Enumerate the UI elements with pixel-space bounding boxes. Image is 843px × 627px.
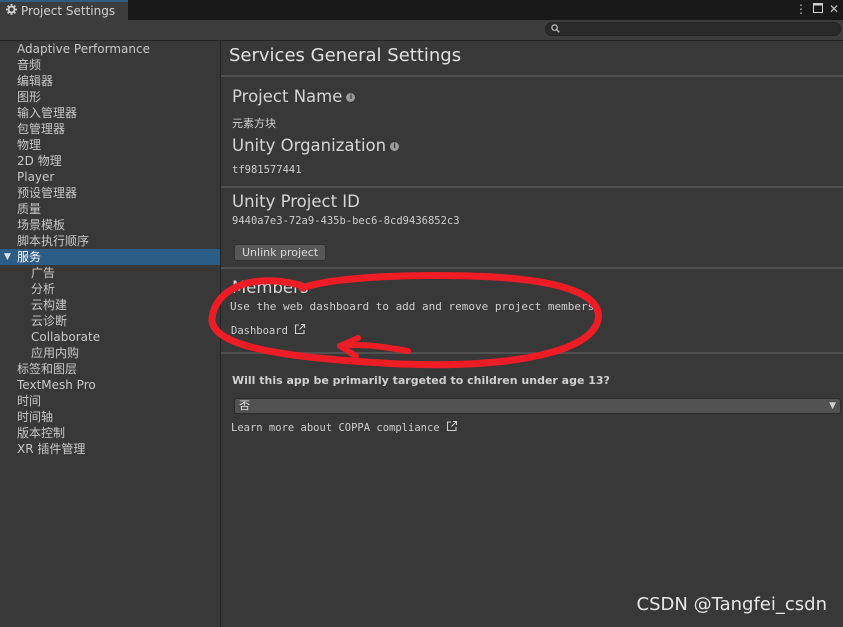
sidebar-item-services[interactable]: ▼ 服务 [0, 249, 220, 265]
maximize-icon[interactable] [812, 2, 823, 16]
toolbar [0, 20, 843, 41]
sidebar-item-version-control[interactable]: 版本控制 [0, 425, 220, 441]
organization-heading: Unity Organization i [232, 136, 400, 155]
sidebar-item-physics-2d[interactable]: 2D 物理 [0, 153, 220, 169]
organization-label: Unity Organization [232, 136, 387, 155]
divider [221, 352, 843, 354]
members-label: Members [232, 278, 309, 297]
project-id-label: Unity Project ID [232, 192, 360, 211]
sidebar-item-physics[interactable]: 物理 [0, 137, 220, 153]
organization-value: tf981577441 [232, 164, 302, 176]
divider [221, 267, 843, 269]
sidebar-item-adaptive-performance[interactable]: Adaptive Performance [0, 41, 220, 57]
sidebar-item-editor[interactable]: 编辑器 [0, 73, 220, 89]
dashboard-link[interactable]: Dashboard [231, 323, 306, 338]
coppa-question: Will this app be primarily targeted to c… [232, 374, 610, 387]
close-icon[interactable]: ✕ [829, 2, 839, 16]
dashboard-link-label: Dashboard [231, 324, 288, 337]
expand-arrow-icon[interactable]: ▼ [4, 249, 11, 265]
tab-project-settings[interactable]: Project Settings [0, 0, 128, 20]
sidebar-item-audio[interactable]: 音频 [0, 57, 220, 73]
sidebar-item-xr-plugin-management[interactable]: XR 插件管理 [0, 441, 220, 457]
sidebar-item-analytics[interactable]: 分析 [0, 281, 220, 297]
divider [221, 75, 843, 77]
info-icon[interactable]: i [390, 142, 400, 151]
gear-icon [6, 4, 17, 18]
sidebar-item-time[interactable]: 时间 [0, 393, 220, 409]
project-name-value: 元素方块 [232, 117, 276, 130]
sidebar-item-ads[interactable]: 广告 [0, 265, 220, 281]
sidebar-item-in-app-purchasing[interactable]: 应用内购 [0, 345, 220, 361]
sidebar-item-package-manager[interactable]: 包管理器 [0, 121, 220, 137]
search-icon [551, 24, 560, 36]
divider [221, 186, 843, 188]
sidebar: Adaptive Performance 音频 编辑器 图形 输入管理器 包管理… [0, 41, 221, 627]
sidebar-item-cloud-build[interactable]: 云构建 [0, 297, 220, 313]
sidebar-item-player[interactable]: Player [0, 169, 220, 185]
sidebar-item-collaborate[interactable]: Collaborate [0, 329, 220, 345]
kebab-menu-icon[interactable]: ⋮ [795, 2, 807, 16]
sidebar-item-tags-and-layers[interactable]: 标签和图层 [0, 361, 220, 377]
chevron-down-icon: ▼ [829, 401, 836, 411]
sidebar-item-quality[interactable]: 质量 [0, 201, 220, 217]
external-link-icon [294, 323, 306, 338]
project-name-heading: Project Name i [232, 87, 356, 106]
main-panel: Services General Settings Project Name i … [221, 41, 843, 627]
unlink-project-button[interactable]: Unlink project [234, 244, 327, 261]
external-link-icon [446, 420, 458, 435]
search-input[interactable] [545, 22, 841, 36]
coppa-dropdown[interactable]: 否 ▼ [234, 398, 841, 414]
sidebar-item-input-manager[interactable]: 输入管理器 [0, 105, 220, 121]
page-title: Services General Settings [229, 45, 462, 66]
sidebar-item-scene-template[interactable]: 场景模板 [0, 217, 220, 233]
tab-title: Project Settings [21, 4, 116, 18]
coppa-link-label: Learn more about COPPA compliance [231, 421, 440, 434]
info-icon[interactable]: i [346, 93, 356, 102]
project-name-label: Project Name [232, 87, 343, 106]
members-description: Use the web dashboard to add and remove … [230, 300, 601, 313]
coppa-link[interactable]: Learn more about COPPA compliance [231, 420, 458, 435]
sidebar-item-label: 服务 [17, 250, 42, 264]
sidebar-item-cloud-diagnostics[interactable]: 云诊断 [0, 313, 220, 329]
sidebar-item-timeline[interactable]: 时间轴 [0, 409, 220, 425]
sidebar-item-textmesh-pro[interactable]: TextMesh Pro [0, 377, 220, 393]
project-id-value: 9440a7e3-72a9-435b-bec6-8cd9436852c3 [232, 215, 460, 227]
sidebar-item-graphics[interactable]: 图形 [0, 89, 220, 105]
coppa-selected-value: 否 [239, 399, 250, 412]
watermark: CSDN @Tangfei_csdn [636, 594, 827, 615]
title-bar: Project Settings ⋮ ✕ [0, 0, 843, 20]
sidebar-item-preset-manager[interactable]: 预设管理器 [0, 185, 220, 201]
sidebar-item-script-execution-order[interactable]: 脚本执行顺序 [0, 233, 220, 249]
